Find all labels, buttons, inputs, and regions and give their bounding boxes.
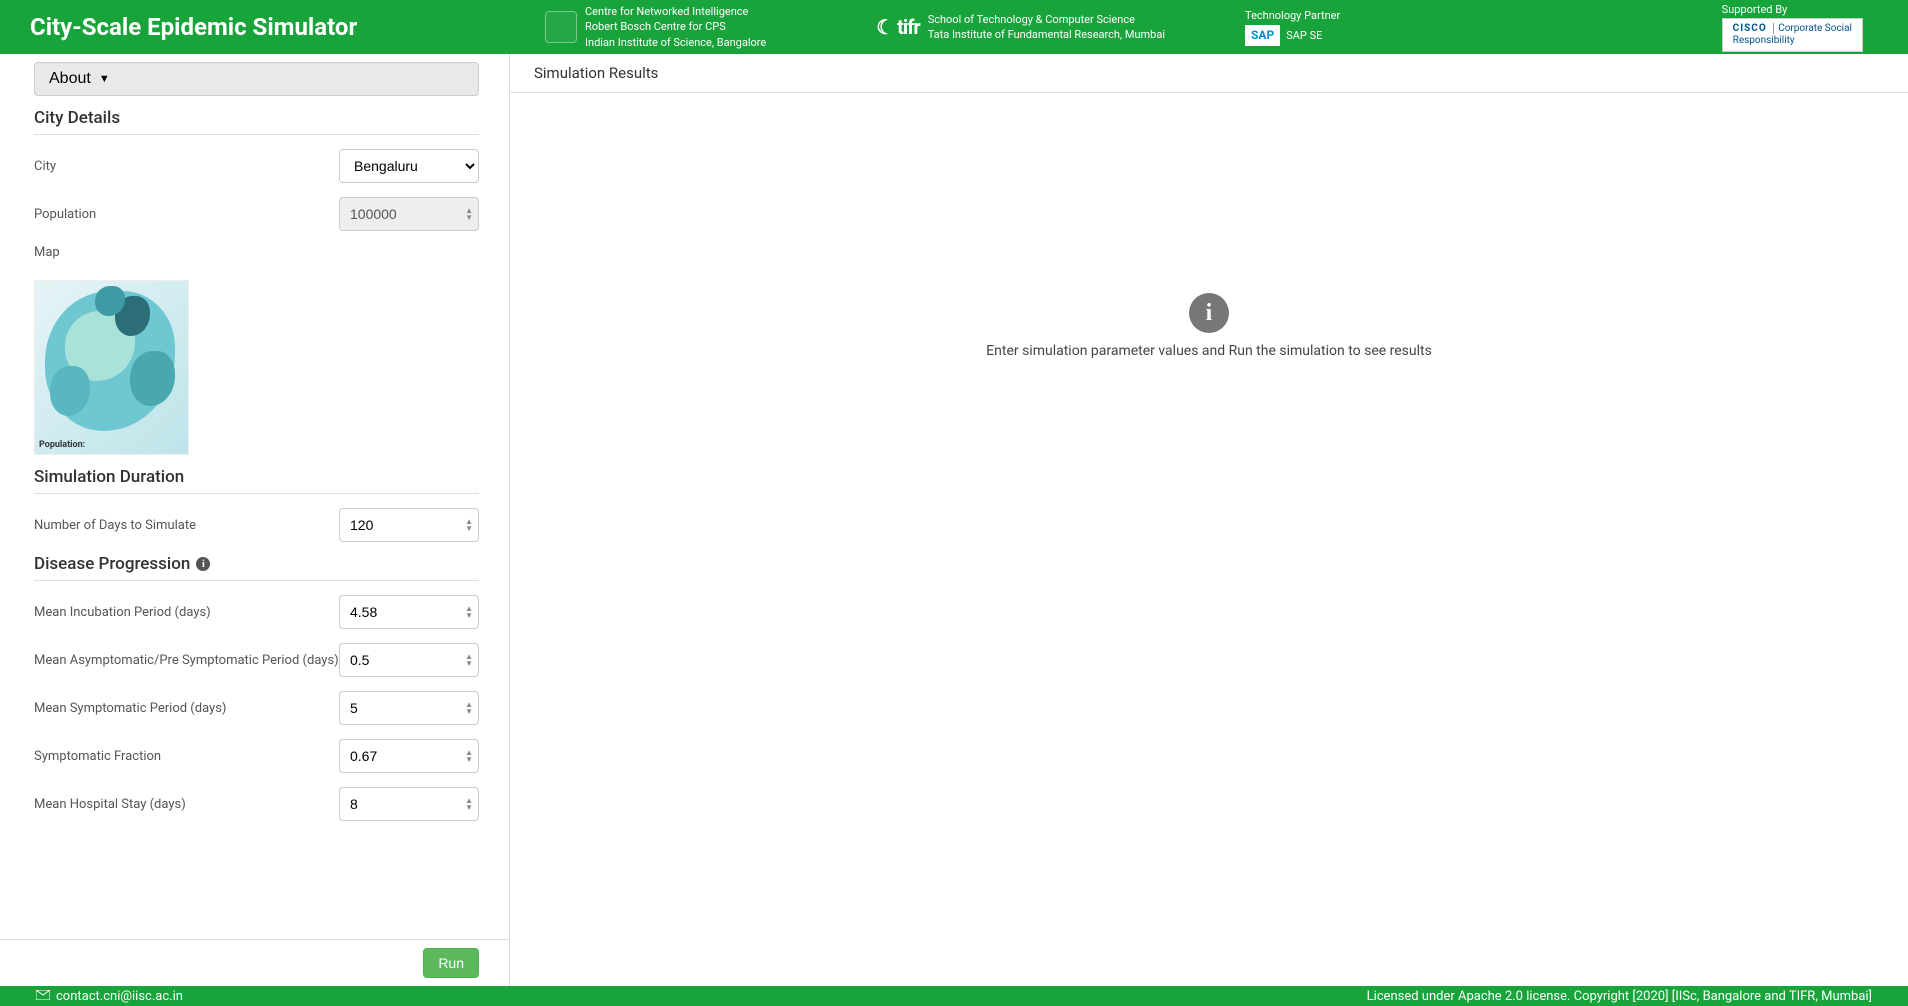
sidebar-panel: About ▼ City Details City Bengaluru Popu… [0, 54, 510, 986]
about-label: About [49, 70, 91, 88]
results-placeholder-text: Enter simulation parameter values and Ru… [986, 343, 1432, 359]
sap-label: Technology Partner [1245, 8, 1340, 23]
cni-line1: Centre for Networked Intelligence [585, 4, 766, 19]
app-title: City-Scale Epidemic Simulator [30, 13, 530, 41]
days-input[interactable] [339, 508, 479, 542]
tifr-logo-icon: ☾ tifr [876, 13, 919, 41]
disease-progression-title: Disease Progression i [34, 554, 479, 581]
results-panel: Simulation Results i Enter simulation pa… [510, 54, 1908, 986]
info-icon[interactable]: i [196, 557, 210, 571]
sap-logo-icon: SAP [1245, 25, 1280, 46]
header-cisco-block: Supported By CISCO Corporate Social Resp… [1707, 2, 1878, 51]
param-label: Symptomatic Fraction [34, 749, 339, 764]
footer-license: Licensed under Apache 2.0 license. Copyr… [1367, 989, 1872, 1004]
header-tifr-block: ☾ tifr School of Technology & Computer S… [861, 12, 1180, 43]
run-bar: Run [0, 939, 509, 986]
cisco-logo-icon: CISCO Corporate Social Responsibility [1722, 18, 1863, 52]
sidebar-scroll[interactable]: About ▼ City Details City Bengaluru Popu… [0, 54, 509, 939]
results-placeholder: i Enter simulation parameter values and … [510, 93, 1908, 986]
tifr-line2: Tata Institute of Fundamental Research, … [928, 27, 1165, 42]
days-label: Number of Days to Simulate [34, 518, 339, 533]
incubation-input[interactable] [339, 595, 479, 629]
param-row: Mean Hospital Stay (days) ▲▼ [34, 787, 479, 821]
about-button[interactable]: About ▼ [34, 62, 479, 96]
header: City-Scale Epidemic Simulator Centre for… [0, 0, 1908, 54]
symptomatic-input[interactable] [339, 691, 479, 725]
param-row: Mean Asymptomatic/Pre Symptomatic Period… [34, 643, 479, 677]
map-label: Map [34, 245, 479, 260]
city-select[interactable]: Bengaluru [339, 149, 479, 183]
param-label: Mean Hospital Stay (days) [34, 797, 339, 812]
population-row: Population ▲▼ [34, 197, 479, 231]
cni-line2: Robert Bosch Centre for CPS [585, 19, 766, 34]
days-row: Number of Days to Simulate ▲▼ [34, 508, 479, 542]
param-row: Mean Symptomatic Period (days) ▲▼ [34, 691, 479, 725]
population-input [339, 197, 479, 231]
symptomatic-fraction-input[interactable] [339, 739, 479, 773]
cisco-label: Supported By [1722, 2, 1863, 17]
param-label: Mean Asymptomatic/Pre Symptomatic Period… [34, 653, 339, 668]
results-title: Simulation Results [510, 54, 1908, 93]
city-label: City [34, 159, 339, 174]
iisc-logo-icon [545, 11, 577, 43]
tifr-line1: School of Technology & Computer Science [928, 12, 1165, 27]
mail-icon [36, 989, 50, 1004]
hospital-stay-input[interactable] [339, 787, 479, 821]
cni-line3: Indian Institute of Science, Bangalore [585, 35, 766, 50]
asymptomatic-input[interactable] [339, 643, 479, 677]
population-label: Population [34, 207, 339, 222]
param-label: Mean Incubation Period (days) [34, 605, 339, 620]
sap-name: SAP SE [1286, 28, 1322, 43]
header-sap-block: Technology Partner SAP SAP SE [1230, 8, 1355, 46]
sim-duration-title: Simulation Duration [34, 467, 479, 494]
info-icon: i [1189, 293, 1229, 333]
city-row: City Bengaluru [34, 149, 479, 183]
map-caption: Population: [39, 440, 85, 450]
city-details-title: City Details [34, 108, 479, 135]
footer-email[interactable]: contact.cni@iisc.ac.in [56, 989, 183, 1004]
run-button[interactable]: Run [423, 948, 479, 978]
param-row: Mean Incubation Period (days) ▲▼ [34, 595, 479, 629]
city-map-image: Population: [34, 280, 189, 455]
chevron-down-icon: ▼ [99, 73, 110, 85]
param-label: Mean Symptomatic Period (days) [34, 701, 339, 716]
param-row: Symptomatic Fraction ▲▼ [34, 739, 479, 773]
main: About ▼ City Details City Bengaluru Popu… [0, 54, 1908, 986]
footer: contact.cni@iisc.ac.in Licensed under Ap… [0, 986, 1908, 1006]
header-cni-block: Centre for Networked Intelligence Robert… [530, 4, 781, 50]
